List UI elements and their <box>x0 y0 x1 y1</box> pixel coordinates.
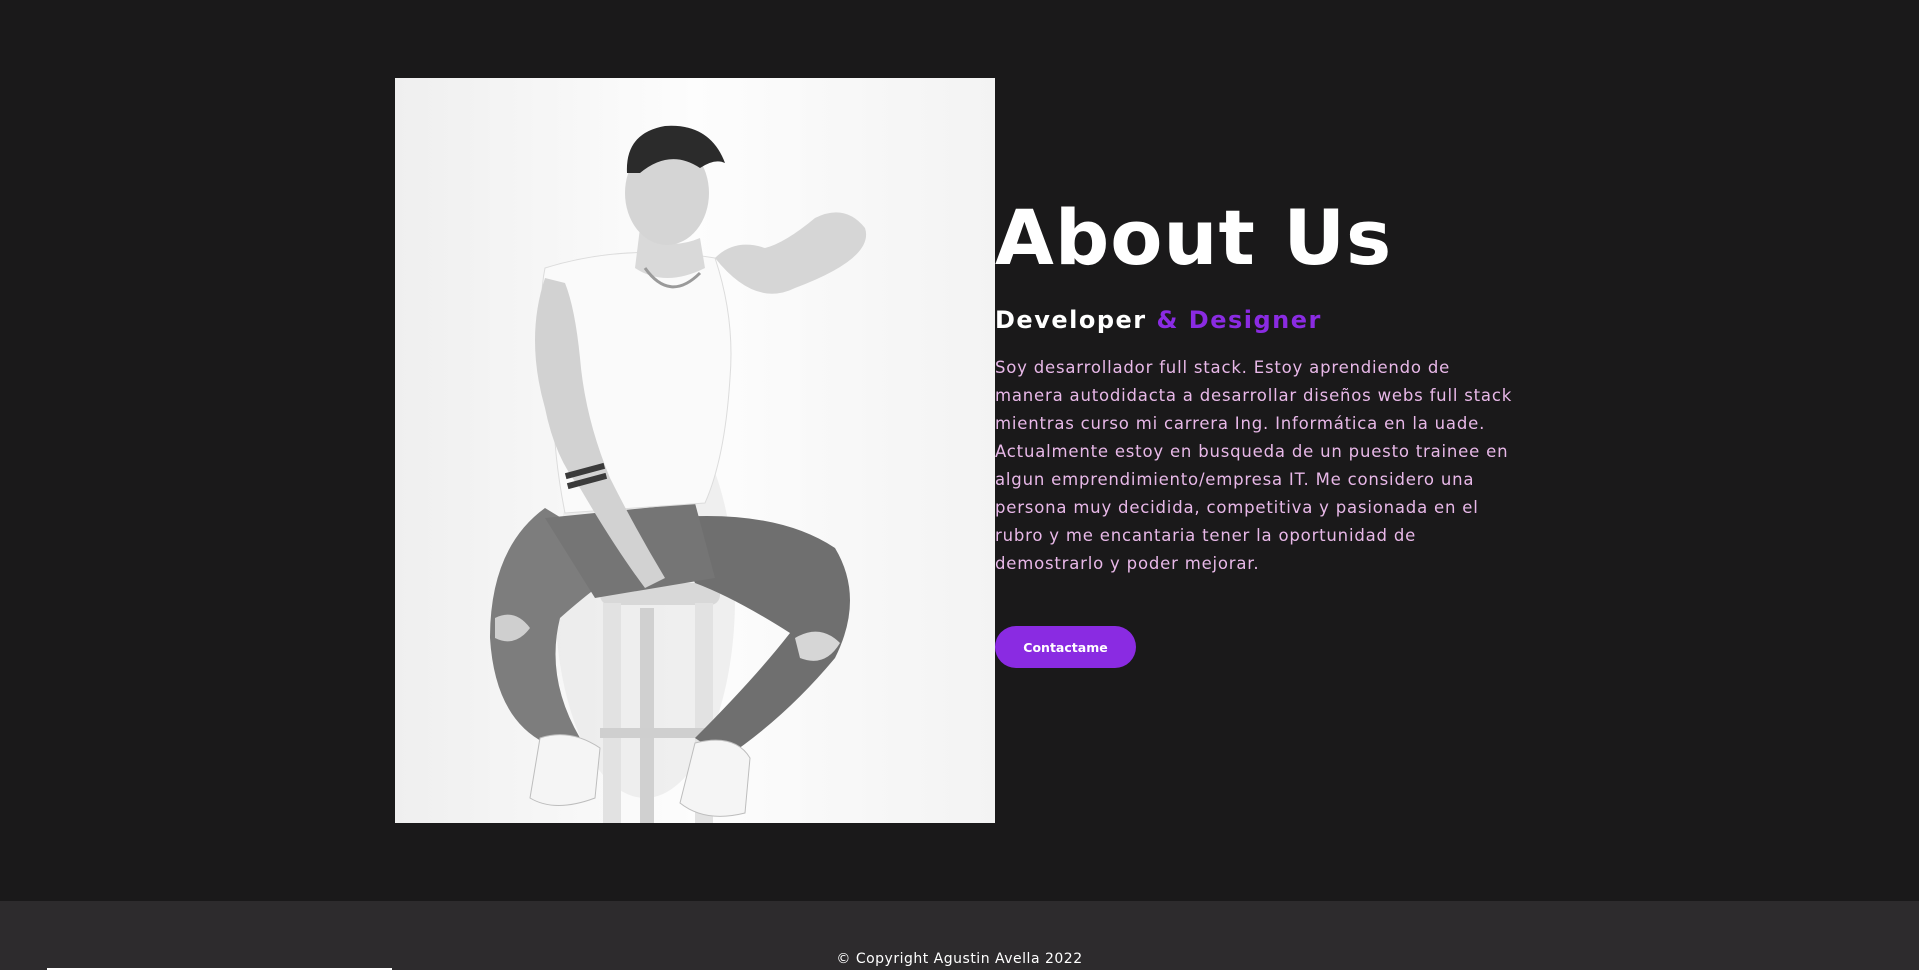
about-section: About Us Developer & Designer Soy desarr… <box>0 0 1919 901</box>
subtitle-developer: Developer <box>995 306 1157 334</box>
contact-button[interactable]: Contactame <box>995 626 1136 668</box>
about-title: About Us <box>995 193 1393 282</box>
copyright-text: © Copyright Agustin Avella 2022 <box>836 951 1083 967</box>
profile-photo-illustration <box>395 78 995 823</box>
about-text-block: About Us Developer & Designer Soy desarr… <box>995 200 1555 668</box>
subtitle-designer: & Designer <box>1156 306 1322 334</box>
footer: © Copyright Agustin Avella 2022 <box>0 901 1919 970</box>
about-subtitle: Developer & Designer <box>995 306 1555 334</box>
profile-photo <box>395 78 995 823</box>
about-paragraph: Soy desarrollador full stack. Estoy apre… <box>995 358 1513 573</box>
